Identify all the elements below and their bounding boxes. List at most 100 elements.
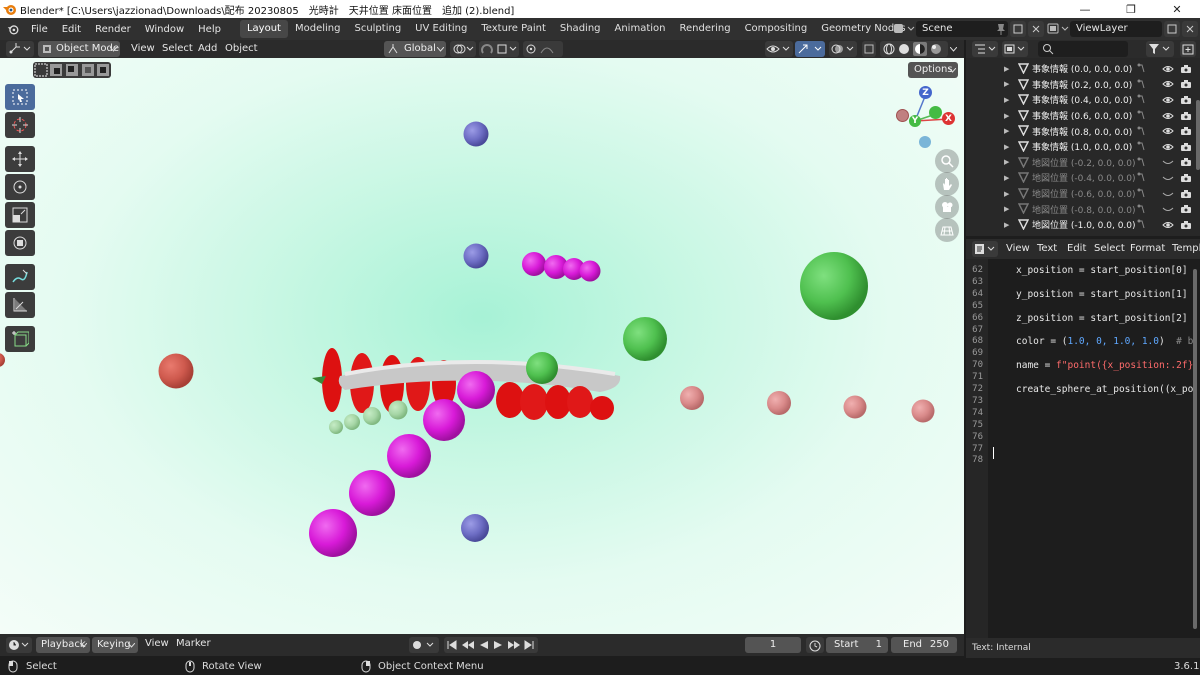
maximize-button[interactable]: ❐ xyxy=(1108,0,1154,18)
workspace-tab-modeling[interactable]: Modeling xyxy=(288,20,348,38)
green-sphere[interactable] xyxy=(526,352,558,384)
pale-green-sphere[interactable] xyxy=(388,400,408,420)
cursor-tool[interactable] xyxy=(5,112,35,138)
jump-end-icon[interactable] xyxy=(524,640,534,650)
blue-sphere[interactable] xyxy=(463,243,489,269)
expand-arrow-icon[interactable]: ▶ xyxy=(1004,80,1009,88)
pivot-point-button[interactable] xyxy=(450,41,476,57)
keying-dropdown[interactable]: Keying xyxy=(92,637,138,653)
chevron-down-icon[interactable] xyxy=(950,47,957,52)
viewport-menu-view[interactable]: View xyxy=(131,41,155,57)
workspace-tab-compositing[interactable]: Compositing xyxy=(738,20,815,38)
magenta-sphere[interactable] xyxy=(387,434,431,478)
magenta-sphere[interactable] xyxy=(522,252,546,276)
view-layer-icon[interactable] xyxy=(1047,22,1069,36)
viewport-menu-object[interactable]: Object xyxy=(225,41,258,57)
text-editor-menu-edit[interactable]: Edit xyxy=(1067,243,1086,254)
expand-arrow-icon[interactable]: ▶ xyxy=(1004,65,1009,73)
expand-arrow-icon[interactable]: ▶ xyxy=(1004,205,1009,213)
3d-viewport[interactable]: Options Z Y X xyxy=(0,58,964,634)
render-camera-icon[interactable] xyxy=(1180,189,1192,199)
menu-edit[interactable]: Edit xyxy=(55,24,88,35)
expand-arrow-icon[interactable]: ▶ xyxy=(1004,221,1009,229)
viewport-menu-select[interactable]: Select xyxy=(162,41,193,57)
gizmo-z-axis[interactable]: Z xyxy=(919,86,932,99)
green-sphere[interactable] xyxy=(623,317,667,361)
expand-arrow-icon[interactable]: ▶ xyxy=(1004,96,1009,104)
menu-help[interactable]: Help xyxy=(191,24,228,35)
measure-tool[interactable] xyxy=(5,292,35,318)
render-camera-icon[interactable] xyxy=(1180,157,1192,167)
new-scene-button[interactable] xyxy=(1010,21,1026,37)
magenta-sphere[interactable] xyxy=(457,371,495,409)
eye-icon[interactable] xyxy=(1162,79,1174,89)
display-mode-dropdown[interactable] xyxy=(1002,41,1028,57)
expand-arrow-icon[interactable]: ▶ xyxy=(1004,174,1009,182)
menu-render[interactable]: Render xyxy=(88,24,138,35)
outliner-row[interactable]: ▶ 地図位置 (-1.0, 0.0, 0.0) xyxy=(966,217,1200,233)
pan-button[interactable] xyxy=(935,172,959,196)
gizmo-neg-x-axis[interactable] xyxy=(896,109,909,122)
transform-orientation-dropdown[interactable]: Global xyxy=(384,41,446,57)
workspace-tab-layout[interactable]: Layout xyxy=(239,20,288,38)
eye-icon[interactable] xyxy=(1162,64,1174,74)
render-camera-icon[interactable] xyxy=(1180,142,1192,152)
rotate-tool[interactable] xyxy=(5,174,35,200)
workspace-tab-animation[interactable]: Animation xyxy=(608,20,673,38)
eye-hidden-icon[interactable] xyxy=(1162,157,1174,167)
render-camera-icon[interactable] xyxy=(1180,220,1192,230)
visibility-button[interactable] xyxy=(765,41,793,57)
outliner-row[interactable]: ▶ 地図位置 (-0.8, 0.0, 0.0) xyxy=(966,201,1200,217)
select-invert-icon[interactable] xyxy=(81,63,95,77)
eye-icon[interactable] xyxy=(1162,220,1174,230)
render-camera-icon[interactable] xyxy=(1180,111,1192,121)
select-extend-icon[interactable] xyxy=(49,63,63,77)
new-collection-button[interactable] xyxy=(1180,41,1196,57)
blue-sphere[interactable] xyxy=(461,514,489,542)
delete-view-layer-button[interactable] xyxy=(1182,21,1198,37)
outliner-row[interactable]: ▶ 事象情報 (1.0, 0.0, 0.0) xyxy=(966,139,1200,155)
select-box-tool[interactable] xyxy=(5,84,35,110)
navigation-gizmo[interactable]: Z Y X xyxy=(893,84,957,150)
render-camera-icon[interactable] xyxy=(1180,64,1192,74)
outliner-row[interactable]: ▶ 事象情報 (0.0, 0.0, 0.0) xyxy=(966,61,1200,77)
select-intersect-icon[interactable] xyxy=(96,63,110,77)
salmon-sphere[interactable] xyxy=(0,353,5,367)
salmon-sphere[interactable] xyxy=(680,386,704,410)
timeline-view-menu[interactable]: View xyxy=(145,638,169,649)
menu-window[interactable]: Window xyxy=(138,24,191,35)
outliner-row[interactable]: ▶ 地図位置 (-0.2, 0.0, 0.0) xyxy=(966,155,1200,171)
green-sphere[interactable] xyxy=(800,252,868,320)
salmon-sphere[interactable] xyxy=(911,399,935,423)
expand-arrow-icon[interactable]: ▶ xyxy=(1004,112,1009,120)
object-mode-dropdown[interactable]: Object Mode xyxy=(38,41,120,57)
expand-arrow-icon[interactable]: ▶ xyxy=(1004,143,1009,151)
editor-type-button[interactable] xyxy=(6,41,34,57)
render-camera-icon[interactable] xyxy=(1180,204,1192,214)
text-editor-menu-format[interactable]: Format xyxy=(1130,243,1165,254)
scene-field[interactable]: Scene xyxy=(916,21,1008,37)
outliner-search-input[interactable] xyxy=(1038,41,1128,57)
text-editor-scrollbar[interactable] xyxy=(1193,269,1197,629)
eye-icon[interactable] xyxy=(1162,111,1174,121)
gizmo-y-axis[interactable]: Y xyxy=(909,115,921,127)
scale-tool[interactable] xyxy=(5,202,35,228)
menu-file[interactable]: File xyxy=(24,24,55,35)
prev-keyframe-icon[interactable] xyxy=(461,640,475,650)
workspace-tab-uv-editing[interactable]: UV Editing xyxy=(408,20,474,38)
scene-icon[interactable] xyxy=(893,22,915,36)
pale-green-sphere[interactable] xyxy=(344,414,360,430)
select-subtract-icon[interactable] xyxy=(65,63,79,77)
salmon-sphere[interactable] xyxy=(843,395,867,419)
text-editor-type[interactable] xyxy=(972,241,998,257)
timeline-editor-type[interactable] xyxy=(6,637,32,653)
perspective-toggle-button[interactable] xyxy=(935,218,959,242)
minimize-button[interactable]: — xyxy=(1062,0,1108,18)
next-keyframe-icon[interactable] xyxy=(507,640,521,650)
delete-scene-button[interactable] xyxy=(1028,21,1044,37)
pin-icon[interactable] xyxy=(996,23,1006,35)
solid-shading-icon[interactable] xyxy=(898,43,910,55)
gizmo-toggle-button[interactable] xyxy=(795,41,825,57)
outliner-row[interactable]: ▶ 事象情報 (0.2, 0.0, 0.0) xyxy=(966,77,1200,93)
magenta-sphere[interactable] xyxy=(579,260,601,282)
